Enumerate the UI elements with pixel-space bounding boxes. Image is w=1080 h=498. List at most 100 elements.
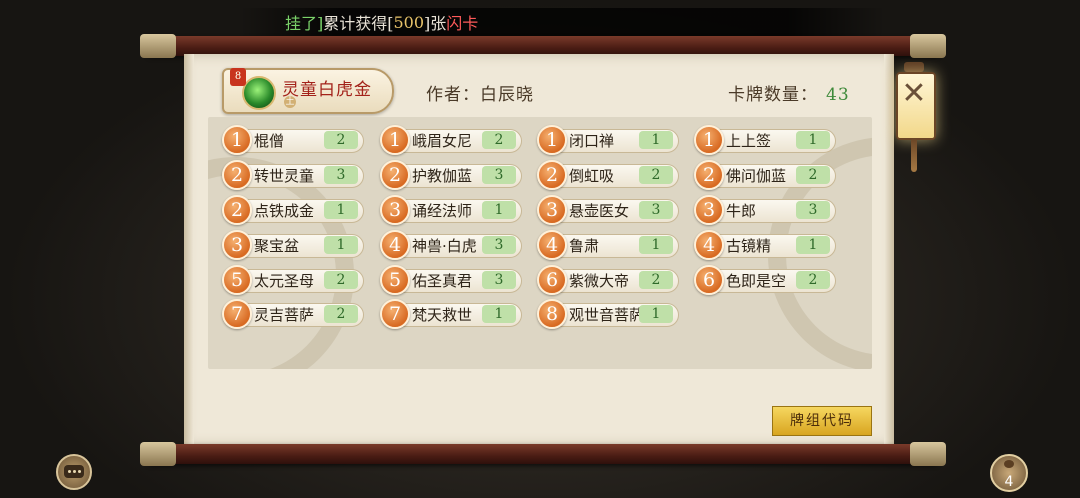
card-name: 佑圣真君 xyxy=(412,271,473,290)
card-item[interactable]: 2 倒虹吸 2 xyxy=(535,160,679,190)
card-name: 诵经法师 xyxy=(412,201,473,220)
ticker-part-3: 500 xyxy=(393,12,425,32)
hero-badge[interactable]: 8 灵童白虎金 土 xyxy=(222,68,394,114)
announcement-ticker: 挂了] 累计获得[ 500 ]张 闪卡 xyxy=(240,8,885,36)
card-quantity: 2 xyxy=(796,271,830,289)
ticker-part-5: 闪卡 xyxy=(446,14,479,33)
card-name: 古镜精 xyxy=(726,236,772,255)
card-cost: 2 xyxy=(222,160,252,190)
card-quantity: 1 xyxy=(639,131,673,149)
card-quantity: 2 xyxy=(324,305,358,323)
card-name: 转世灵童 xyxy=(254,166,315,185)
card-item[interactable]: 3 牛郎 3 xyxy=(692,195,836,225)
hero-name: 灵童白虎金 xyxy=(282,80,372,100)
card-name: 牛郎 xyxy=(726,201,757,220)
card-item[interactable]: 1 峨眉女尼 2 xyxy=(378,125,522,155)
card-name: 观世音菩萨 xyxy=(569,305,645,324)
card-count: 卡牌数量： 43 xyxy=(728,80,850,105)
card-item[interactable]: 2 佛问伽蓝 2 xyxy=(692,160,836,190)
card-name: 点铁成金 xyxy=(254,201,315,220)
close-icon: ✕ xyxy=(901,76,927,111)
bag-button[interactable]: 4 xyxy=(990,454,1028,492)
bag-count: 4 xyxy=(1004,474,1014,490)
rod-cap-left-bottom xyxy=(140,442,176,466)
card-name: 梵天救世 xyxy=(412,305,473,324)
card-quantity: 2 xyxy=(639,166,673,184)
deck-author: 作者：白辰晓 xyxy=(426,85,534,105)
card-cost: 2 xyxy=(537,160,567,190)
card-item[interactable]: 2 转世灵童 3 xyxy=(220,160,364,190)
card-cost: 6 xyxy=(537,265,567,295)
card-cost: 3 xyxy=(694,195,724,225)
card-item[interactable]: 5 佑圣真君 3 xyxy=(378,265,522,295)
card-item[interactable]: 4 古镜精 1 xyxy=(692,230,836,260)
card-quantity: 1 xyxy=(796,131,830,149)
card-item[interactable]: 1 闭口禅 1 xyxy=(535,125,679,155)
card-item[interactable]: 6 色即是空 2 xyxy=(692,265,836,295)
card-cost: 4 xyxy=(694,230,724,260)
chat-dot-icon xyxy=(68,470,71,473)
card-name: 悬壶医女 xyxy=(569,201,630,220)
chat-dot-icon xyxy=(78,470,81,473)
card-item[interactable]: 7 梵天救世 1 xyxy=(378,299,522,329)
card-item[interactable]: 3 悬壶医女 3 xyxy=(535,195,679,225)
card-name: 神兽·白虎 xyxy=(412,236,477,255)
lantern-cap xyxy=(904,62,924,72)
card-name: 鲁肃 xyxy=(569,236,600,255)
card-quantity: 1 xyxy=(482,201,516,219)
card-item[interactable]: 1 上上签 1 xyxy=(692,125,836,155)
card-item[interactable]: 2 护教伽蓝 3 xyxy=(378,160,522,190)
close-lantern-button[interactable]: ✕ xyxy=(896,62,936,172)
card-name: 太元圣母 xyxy=(254,271,315,290)
hero-element-icon: 土 xyxy=(284,96,296,108)
card-quantity: 3 xyxy=(482,236,516,254)
card-cost: 3 xyxy=(380,195,410,225)
card-name: 色即是空 xyxy=(726,271,787,290)
card-name: 峨眉女尼 xyxy=(412,131,473,150)
card-quantity: 3 xyxy=(796,201,830,219)
card-quantity: 2 xyxy=(796,166,830,184)
card-cost: 4 xyxy=(380,230,410,260)
card-quantity: 3 xyxy=(482,271,516,289)
card-name: 灵吉菩萨 xyxy=(254,305,315,324)
card-name: 倒虹吸 xyxy=(569,166,615,185)
card-cost: 5 xyxy=(380,265,410,295)
card-cost: 6 xyxy=(694,265,724,295)
deck-code-button[interactable]: 牌组代码 xyxy=(772,406,872,436)
card-quantity: 2 xyxy=(639,271,673,289)
card-item[interactable]: 2 点铁成金 1 xyxy=(220,195,364,225)
card-name: 棍僧 xyxy=(254,131,285,150)
card-name: 佛问伽蓝 xyxy=(726,166,787,185)
card-cost: 1 xyxy=(222,125,252,155)
card-quantity: 1 xyxy=(324,201,358,219)
card-item[interactable]: 5 太元圣母 2 xyxy=(220,265,364,295)
card-quantity: 3 xyxy=(639,201,673,219)
card-quantity: 3 xyxy=(324,166,358,184)
card-item[interactable]: 3 诵经法师 1 xyxy=(378,195,522,225)
ticker-part-1: 挂了] xyxy=(285,14,324,33)
scroll-rod-bottom xyxy=(140,442,946,466)
hero-portrait-icon xyxy=(242,76,276,110)
card-item[interactable]: 4 鲁肃 1 xyxy=(535,230,679,260)
card-item[interactable]: 6 紫微大帝 2 xyxy=(535,265,679,295)
card-quantity: 1 xyxy=(796,236,830,254)
card-cost: 7 xyxy=(380,299,410,329)
card-quantity: 1 xyxy=(639,236,673,254)
card-quantity: 3 xyxy=(482,166,516,184)
card-name: 闭口禅 xyxy=(569,131,615,150)
card-item[interactable]: 7 灵吉菩萨 2 xyxy=(220,299,364,329)
card-name: 上上签 xyxy=(726,131,772,150)
card-item[interactable]: 8 观世音菩萨 1 xyxy=(535,299,679,329)
card-item[interactable]: 3 聚宝盆 1 xyxy=(220,230,364,260)
rod-cap-left xyxy=(140,34,176,58)
card-cost: 4 xyxy=(537,230,567,260)
card-cost: 2 xyxy=(222,195,252,225)
card-item[interactable]: 1 棍僧 2 xyxy=(220,125,364,155)
card-quantity: 1 xyxy=(639,305,673,323)
chat-button[interactable] xyxy=(56,454,92,490)
card-item[interactable]: 4 神兽·白虎 3 xyxy=(378,230,522,260)
ticker-part-4: ]张 xyxy=(424,14,447,33)
card-name: 紫微大帝 xyxy=(569,271,630,290)
card-cost: 8 xyxy=(537,299,567,329)
card-cost: 3 xyxy=(222,230,252,260)
